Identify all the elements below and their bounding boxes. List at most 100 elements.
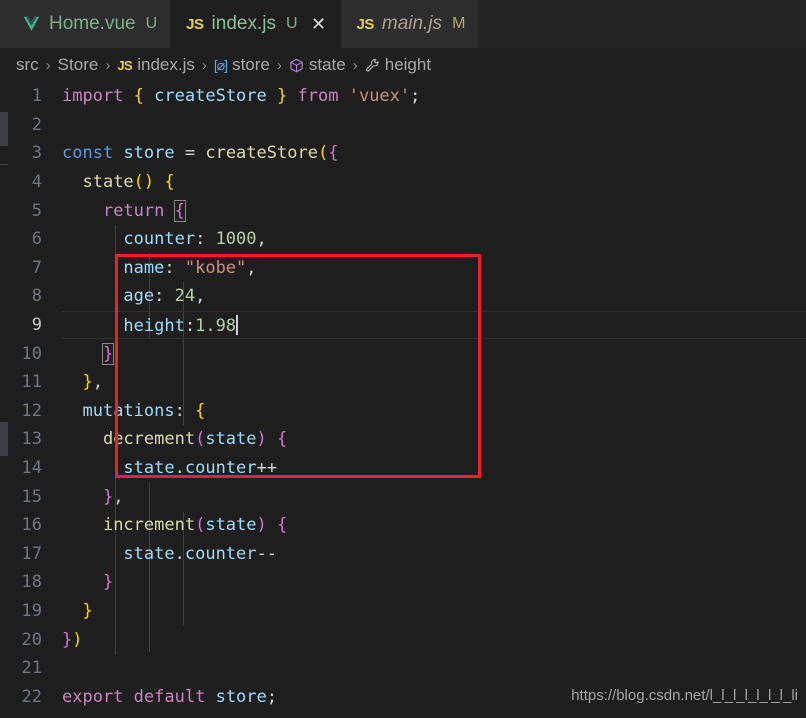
- js-file-icon: JS: [117, 57, 133, 73]
- line-number: 1: [31, 86, 42, 107]
- code-line[interactable]: 11 },: [8, 368, 806, 397]
- breadcrumb-separator: ›: [201, 56, 207, 74]
- breadcrumb-label: index.js: [137, 55, 195, 74]
- js-file-icon: JS: [186, 15, 204, 33]
- line-number: 6: [31, 229, 42, 250]
- line-number: 19: [21, 600, 42, 621]
- code-line[interactable]: 1 import { createStore } from 'vuex';: [8, 82, 806, 111]
- code-editor[interactable]: 1 import { createStore } from 'vuex'; 2 3 co…: [0, 82, 806, 718]
- code-line-text: name: "kobe",: [123, 257, 257, 278]
- breadcrumb-item-store[interactable]: Store: [58, 55, 99, 75]
- variable-icon: [⌀]: [213, 56, 228, 73]
- breadcrumb-item-store[interactable]: [⌀] store: [214, 55, 270, 75]
- line-number: 13: [21, 429, 42, 450]
- close-icon[interactable]: ✕: [310, 15, 328, 33]
- tab-status-badge: U: [285, 15, 298, 32]
- code-line-text: state.counter++: [123, 458, 277, 479]
- line-number: 7: [31, 257, 42, 278]
- code-line-text: state() {: [82, 172, 175, 193]
- line-number: 17: [21, 543, 42, 564]
- overview-ruler[interactable]: [0, 82, 8, 718]
- breadcrumb-separator: ›: [45, 56, 51, 74]
- vue-icon: [23, 16, 40, 31]
- code-line[interactable]: 13 decrement(state) {: [8, 425, 806, 454]
- code-line[interactable]: 3 const store = createStore({: [8, 139, 806, 168]
- line-number: 22: [21, 686, 42, 707]
- breadcrumb-separator: ›: [352, 56, 358, 74]
- breadcrumb-label: store: [232, 55, 270, 74]
- code-line[interactable]: 8 age: 24,: [8, 282, 806, 311]
- line-number: 18: [21, 572, 42, 593]
- editor-tab-main-js[interactable]: JS main.js M: [340, 0, 479, 48]
- ruler-line: [0, 164, 8, 165]
- tab-label: main.js: [381, 13, 443, 34]
- line-number: 16: [21, 515, 42, 536]
- watermark-text: https://blog.csdn.net/l_l_l_l_l_l_l_li: [571, 687, 798, 704]
- line-number: 11: [21, 372, 42, 393]
- line-number: 5: [31, 200, 42, 221]
- breadcrumb-label: height: [384, 55, 432, 74]
- code-line-text: decrement(state) {: [102, 429, 288, 450]
- breadcrumb-separator: ›: [276, 56, 282, 74]
- code-line-text: mutations: {: [82, 400, 206, 421]
- breadcrumb-item-src[interactable]: src: [16, 55, 39, 75]
- object-cube-icon: [290, 58, 303, 72]
- line-number: 12: [21, 400, 42, 421]
- code-line[interactable]: 5 return {: [8, 196, 806, 225]
- editor-tab-bar: Home.vue U JS index.js U ✕ JS main.js M: [0, 0, 806, 48]
- tab-status-badge: M: [452, 15, 466, 32]
- editor-tab-home-vue[interactable]: Home.vue U: [0, 0, 171, 48]
- code-line[interactable]: 14 state.counter++: [8, 454, 806, 483]
- line-number: 21: [21, 658, 42, 679]
- code-line-text: }: [102, 572, 114, 593]
- code-line-text: }: [82, 600, 93, 621]
- line-number: 14: [21, 458, 42, 479]
- tab-status-badge: U: [145, 15, 158, 32]
- breadcrumb-label: Store: [57, 55, 99, 74]
- code-line-text: return {: [102, 199, 186, 222]
- breadcrumb-label: state: [308, 55, 346, 74]
- code-line[interactable]: 21: [8, 654, 806, 683]
- code-line-text: increment(state) {: [102, 515, 288, 536]
- code-line[interactable]: 19 }: [8, 597, 806, 626]
- code-lines[interactable]: 1 import { createStore } from 'vuex'; 2 3 co…: [8, 82, 806, 718]
- ruler-mark: [0, 422, 8, 456]
- code-line[interactable]: 20}): [8, 625, 806, 654]
- property-wrench-icon: [365, 58, 380, 73]
- code-line-text: state.counter--: [123, 543, 277, 564]
- breadcrumb: src › Store › JS index.js › [⌀] store › state › heig…: [0, 48, 806, 82]
- code-line[interactable]: 7 name: "kobe",: [8, 254, 806, 283]
- breadcrumb-item-state[interactable]: state: [289, 55, 346, 75]
- code-line[interactable]: 15 },: [8, 482, 806, 511]
- line-number: 9: [31, 315, 42, 336]
- property-wrench-icon: [365, 58, 379, 71]
- code-line-text: },: [82, 372, 103, 393]
- line-number: 15: [21, 486, 42, 507]
- code-line[interactable]: 4 state() {: [8, 168, 806, 197]
- code-line-text: }): [62, 629, 83, 650]
- breadcrumb-item-height[interactable]: height: [365, 55, 431, 75]
- code-line-text: },: [102, 486, 124, 507]
- code-line-text: import { createStore } from 'vuex';: [62, 86, 421, 107]
- code-line-text: counter: 1000,: [123, 229, 267, 250]
- line-number: 2: [31, 114, 42, 135]
- object-cube-icon: [289, 58, 304, 73]
- code-line[interactable]: 2: [8, 111, 806, 140]
- tab-label: index.js: [211, 13, 276, 34]
- line-number: 20: [21, 629, 42, 650]
- code-line[interactable]: 16 increment(state) {: [8, 511, 806, 540]
- js-file-icon: JS: [356, 15, 375, 33]
- line-number: 4: [31, 172, 42, 193]
- breadcrumb-label: src: [16, 55, 39, 74]
- code-line[interactable]: 17 state.counter--: [8, 540, 806, 569]
- code-line[interactable]: 6 counter: 1000,: [8, 225, 806, 254]
- code-line[interactable]: 10 }: [8, 339, 806, 368]
- code-line[interactable]: 9 height:1.98: [8, 310, 806, 340]
- code-line[interactable]: 12 mutations: {: [8, 397, 806, 426]
- code-line[interactable]: 18 }: [8, 568, 806, 597]
- editor-tab-index-js[interactable]: JS index.js U ✕: [170, 0, 341, 48]
- breadcrumb-separator: ›: [105, 56, 111, 74]
- breadcrumb-item-index-js[interactable]: JS index.js: [117, 55, 195, 75]
- line-number: 3: [31, 143, 42, 164]
- vscode-window: Home.vue U JS index.js U ✕ JS main.js M src › Stor…: [0, 0, 806, 718]
